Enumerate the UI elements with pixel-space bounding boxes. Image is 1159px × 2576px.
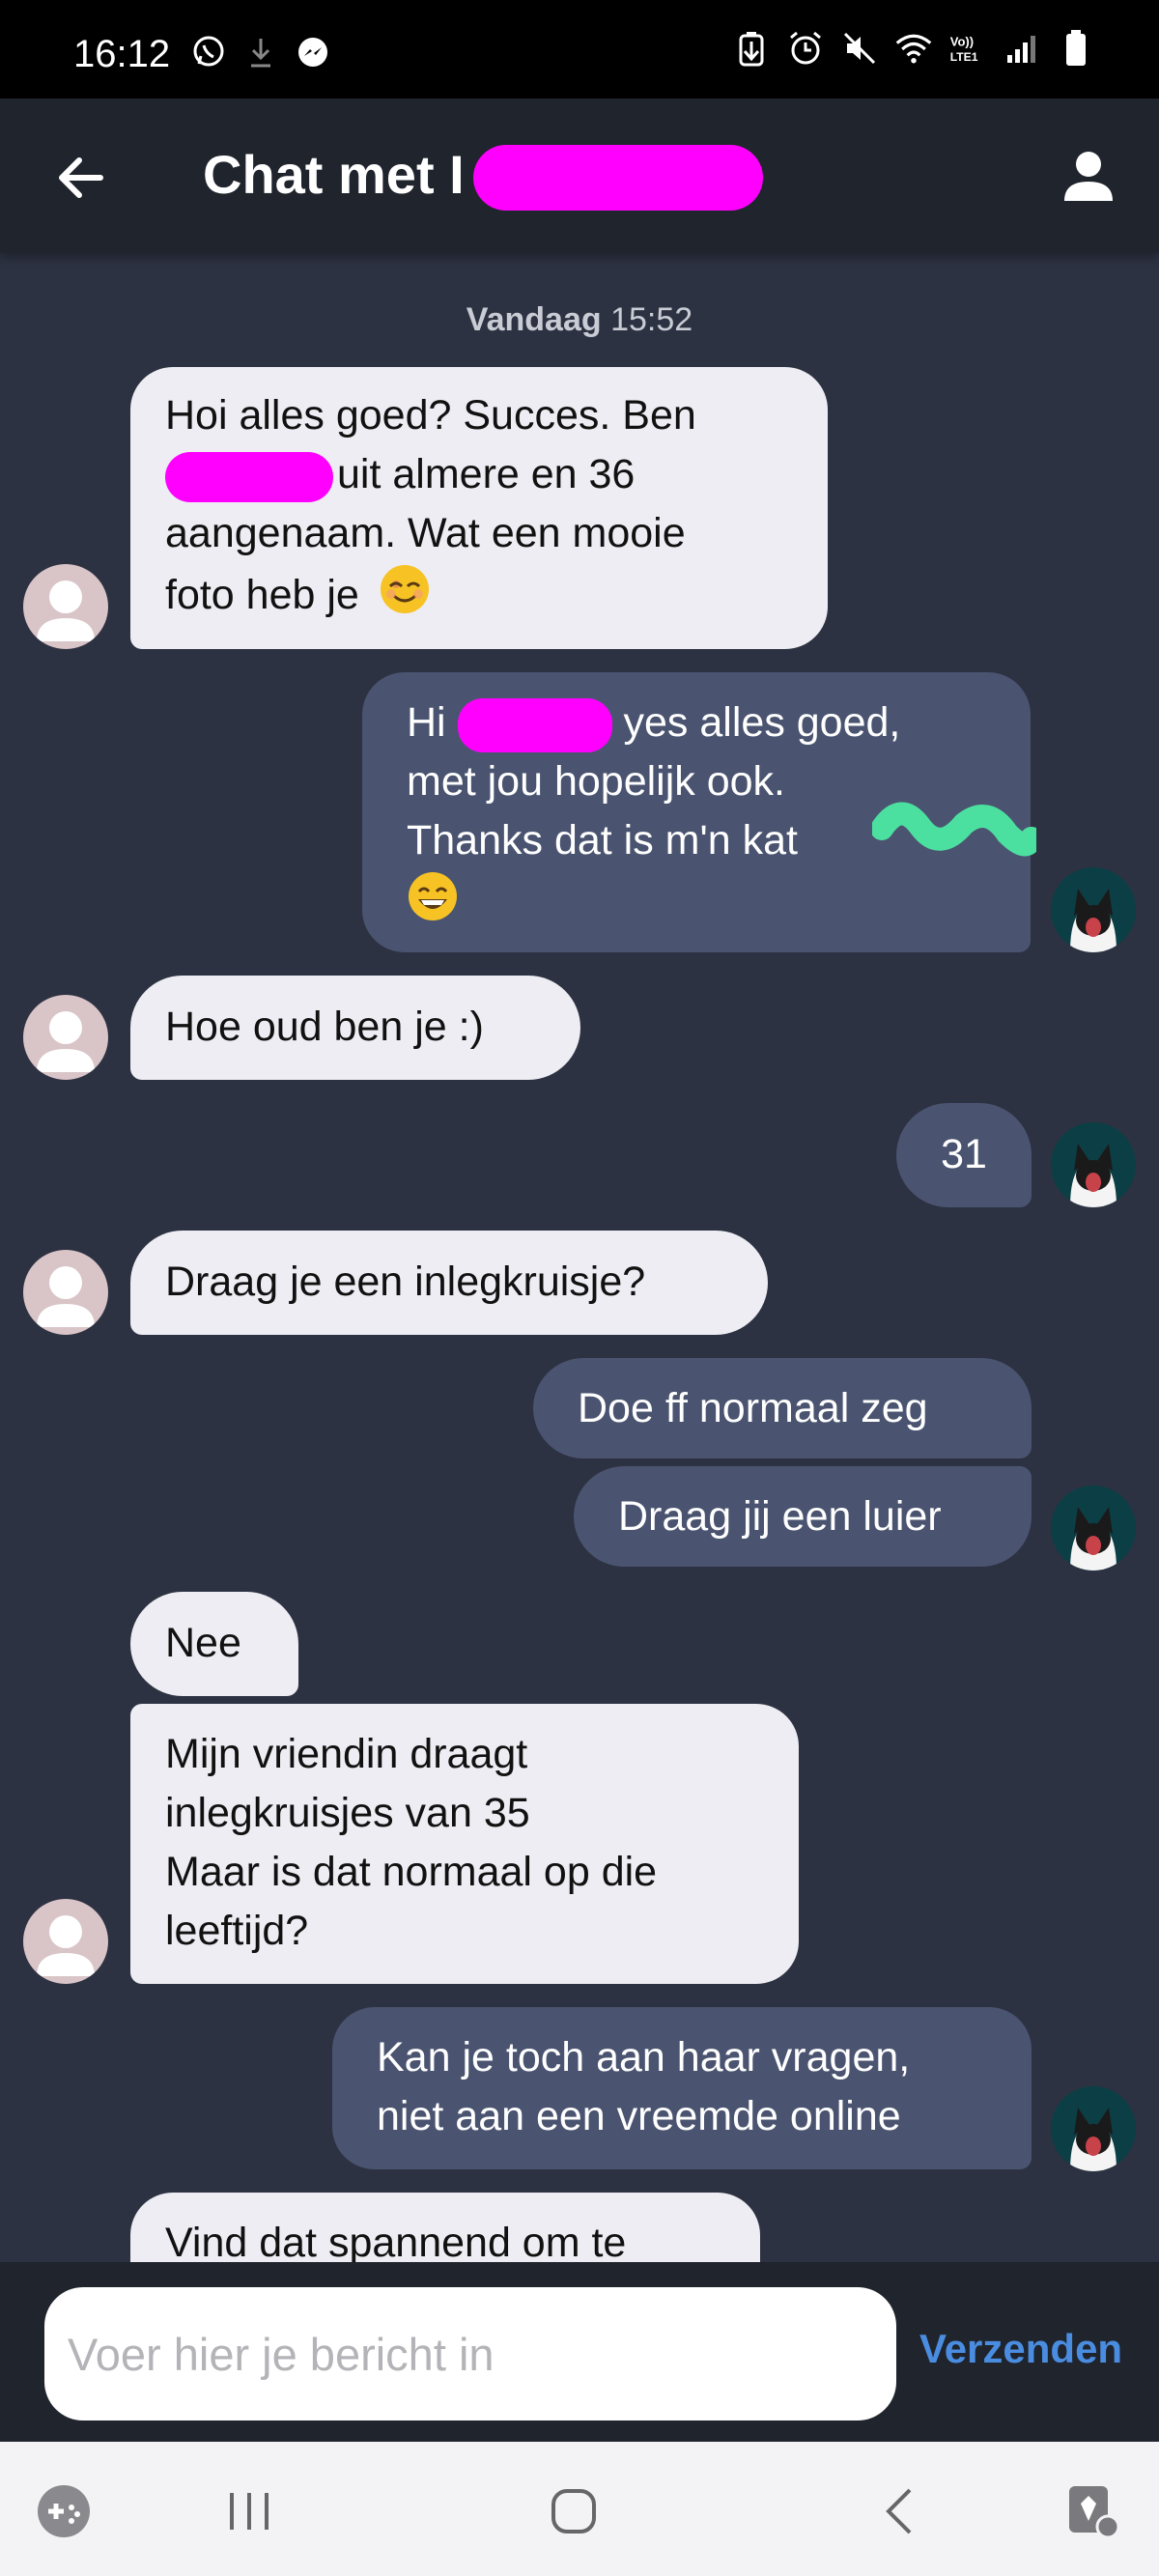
accessibility-icon[interactable] <box>1059 2477 1128 2546</box>
message-line: Thanks dat is m'n kat <box>407 817 798 863</box>
send-button[interactable]: Verzenden <box>919 2326 1122 2372</box>
contact-avatar[interactable] <box>23 1250 108 1335</box>
mute-icon <box>840 29 879 68</box>
message-input[interactable] <box>44 2287 896 2420</box>
date-separator-day: Vandaag <box>466 301 602 338</box>
viber-icon <box>189 33 228 71</box>
messenger-icon <box>294 33 332 71</box>
contact-avatar[interactable] <box>23 564 108 649</box>
message-outgoing[interactable]: Draag jij een luier <box>574 1466 1032 1567</box>
message-line: leeftijd? <box>165 1908 309 1954</box>
grinning-face-emoji <box>407 870 459 939</box>
message-incoming[interactable]: Draag je een inlegkruisje? <box>130 1231 768 1335</box>
message-incoming[interactable]: Mijn vriendin draagt inlegkruisjes van 3… <box>130 1704 799 1984</box>
status-bar: 16:12 Vo)) LTE1 <box>0 0 1159 99</box>
date-separator: Vandaag 15:52 <box>0 301 1159 339</box>
message-text: Hoe oud ben je :) <box>165 1004 484 1050</box>
home-icon[interactable] <box>539 2477 608 2546</box>
message-text: Draag je een inlegkruisje? <box>165 1259 646 1305</box>
user-avatar[interactable] <box>1051 1486 1136 1571</box>
user-avatar[interactable] <box>1051 1122 1136 1207</box>
message-line: Kan je toch aan haar vragen, <box>377 2034 911 2081</box>
signal-icon <box>1003 29 1041 68</box>
message-outgoing[interactable]: Kan je toch aan haar vragen, niet aan ee… <box>332 2007 1032 2169</box>
contact-avatar[interactable] <box>23 995 108 1080</box>
user-avatar[interactable] <box>1051 867 1136 952</box>
recent-apps-icon[interactable] <box>214 2477 284 2546</box>
message-line: Hoi alles goed? Succes. Ben <box>165 392 696 439</box>
smiling-face-emoji <box>379 563 431 632</box>
download-icon <box>241 33 280 71</box>
message-line: aangenaam. Wat een mooie <box>165 510 686 556</box>
message-line: Mijn vriendin draagt <box>165 1731 528 1777</box>
redaction-mark <box>457 697 612 752</box>
wifi-icon <box>894 29 933 68</box>
system-nav-bar <box>0 2442 1159 2576</box>
status-time: 16:12 <box>73 33 171 75</box>
volte-icon: Vo)) LTE1 <box>948 29 987 68</box>
page-title: Chat met I <box>203 144 465 205</box>
message-outgoing[interactable]: 31 <box>896 1103 1032 1207</box>
redaction-mark <box>473 145 763 211</box>
message-line: inlegkruisjes van 35 <box>165 1790 530 1836</box>
back-arrow-icon[interactable] <box>50 147 112 209</box>
message-incoming[interactable]: Hoe oud ben je :) <box>130 976 580 1080</box>
profile-icon[interactable] <box>1057 145 1120 209</box>
game-launcher-icon[interactable] <box>29 2477 99 2546</box>
message-outgoing[interactable]: Doe ff normaal zeg <box>533 1358 1032 1458</box>
composer-bar: Verzenden <box>0 2262 1159 2442</box>
date-separator-time: 15:52 <box>610 301 693 338</box>
message-text: Nee <box>165 1620 241 1666</box>
message-text: Doe ff normaal zeg <box>578 1385 928 1431</box>
message-line: yes alles goed, <box>623 699 901 746</box>
svg-text:Vo)): Vo)) <box>950 34 974 48</box>
redaction-scribble <box>870 800 1043 872</box>
message-text: Vind dat spannend om te <box>165 2220 627 2262</box>
chat-area[interactable]: Vandaag 15:52 Hoi alles goed? Succes. Be… <box>0 253 1159 2262</box>
message-line: foto heb je <box>165 571 359 618</box>
message-incoming[interactable]: Nee <box>130 1592 298 1696</box>
message-line: Hi <box>407 699 446 746</box>
message-text: Draag jij een luier <box>618 1493 942 1540</box>
message-incoming[interactable]: Vind dat spannend om te <box>130 2193 760 2262</box>
battery-saver-icon <box>732 29 771 68</box>
app-bar: Chat met I <box>0 99 1159 253</box>
redaction-mark <box>165 451 333 502</box>
alarm-icon <box>786 29 825 68</box>
nav-back-icon[interactable] <box>865 2477 935 2546</box>
message-line: Maar is dat normaal op die <box>165 1849 658 1895</box>
user-avatar[interactable] <box>1051 2086 1136 2171</box>
contact-avatar[interactable] <box>23 1899 108 1984</box>
battery-icon <box>1057 29 1095 68</box>
svg-text:LTE1: LTE1 <box>950 50 978 64</box>
message-incoming[interactable]: Hoi alles goed? Succes. Ben uit almere e… <box>130 367 828 649</box>
message-line: uit almere en 36 <box>337 451 636 497</box>
message-line: niet aan een vreemde online <box>377 2093 901 2139</box>
message-text: 31 <box>941 1131 987 1177</box>
